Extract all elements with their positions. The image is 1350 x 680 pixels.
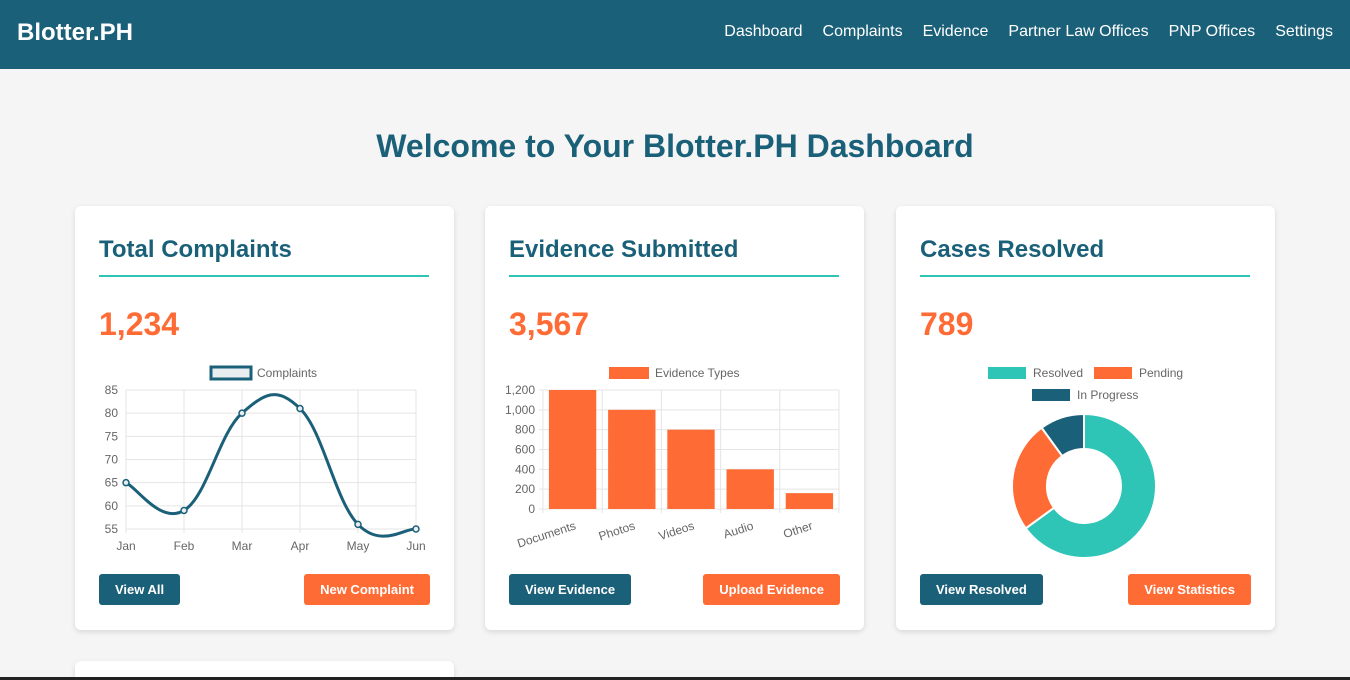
y-tick-label: 0 — [528, 502, 535, 516]
card-title: Total Complaints — [99, 236, 292, 263]
cases-doughnut-chart: Resolved PendingIn Progress — [988, 366, 1183, 559]
y-tick-label: 70 — [105, 453, 119, 467]
nav-link-dashboard[interactable]: Dashboard — [724, 23, 802, 41]
new-complaint-button[interactable]: New Complaint — [304, 574, 430, 605]
upload-evidence-button[interactable]: Upload Evidence — [703, 574, 840, 605]
y-tick-label: 1,000 — [505, 403, 535, 417]
x-tick-label: Jun — [406, 539, 425, 553]
nav-link-complaints[interactable]: Complaints — [823, 23, 903, 41]
data-point — [354, 520, 362, 529]
data-point — [238, 409, 246, 417]
x-tick-label: Jan — [116, 539, 135, 553]
x-tick-label: Videos — [657, 519, 696, 544]
x-tick-label: Feb — [174, 539, 195, 553]
page-title: Welcome to Your Blotter.PH Dashboard — [376, 128, 974, 164]
view-all-button[interactable]: View All — [99, 574, 181, 605]
total-complaints-card: Total Complaints 1,234 Complaints 55 60 65 7… — [75, 206, 454, 630]
bar-videos — [667, 429, 715, 509]
x-tick-label: Apr — [291, 539, 310, 553]
complaints-line-chart: Complaints 55 60 65 70 75 80 85 Jan Feb Mar Apr May J… — [105, 365, 426, 553]
y-tick-label: 80 — [105, 406, 119, 420]
x-tick-label: May — [347, 539, 370, 553]
x-tick-label: Audio — [722, 518, 756, 541]
bar-photos — [608, 409, 656, 509]
y-tick-label: 85 — [105, 383, 119, 397]
title-divider — [920, 275, 1250, 277]
top-navbar: Blotter.PH Dashboard Complaints Evidence… — [0, 0, 1350, 69]
complaints-series-line — [125, 393, 417, 538]
y-tick-label: 800 — [515, 423, 535, 437]
card-title: Cases Resolved — [920, 236, 1105, 263]
legend-swatch — [209, 365, 253, 381]
data-point — [412, 525, 420, 533]
x-tick-label: Other — [781, 519, 814, 542]
view-evidence-button[interactable]: View Evidence — [509, 574, 632, 605]
legend-swatch-resolved — [988, 367, 1026, 379]
nav-link-settings[interactable]: Settings — [1275, 23, 1333, 41]
legend-swatch-in-progress — [1032, 389, 1070, 401]
bar-other — [785, 493, 834, 509]
evidence-bar-chart: Evidence Types 0 200 400 600 800 1,000 1,200 Doc… — [505, 366, 840, 551]
bar-audio — [726, 469, 774, 509]
legend-label: Evidence Types — [655, 366, 740, 380]
y-tick-label: 600 — [515, 443, 535, 457]
x-tick-label: Documents — [515, 519, 577, 551]
data-point — [180, 506, 188, 515]
title-divider — [99, 275, 429, 277]
brand-logo[interactable]: Blotter.PH — [17, 19, 133, 47]
legend-label: Pending — [1139, 366, 1183, 380]
view-resolved-button[interactable]: View Resolved — [920, 574, 1043, 605]
legend-swatch-pending — [1094, 367, 1132, 379]
evidence-submitted-card: Evidence Submitted 3,567 Evidence Types 0… — [485, 206, 864, 630]
x-tick-label: Mar — [232, 539, 253, 553]
card-title: Evidence Submitted — [509, 236, 739, 263]
data-point — [122, 478, 130, 487]
main-nav: Dashboard Complaints Evidence Partner La… — [724, 23, 1333, 41]
nav-link-evidence[interactable]: Evidence — [923, 23, 989, 41]
view-statistics-button[interactable]: View Statistics — [1128, 574, 1251, 605]
complaints-count: 1,234 — [99, 306, 180, 342]
y-tick-label: 65 — [105, 476, 119, 490]
y-tick-label: 60 — [105, 499, 119, 513]
nav-link-partner-law-offices[interactable]: Partner Law Offices — [1008, 23, 1148, 41]
bar-documents — [548, 390, 597, 509]
legend-label: Resolved — [1033, 366, 1083, 380]
nav-link-pnp-offices[interactable]: PNP Offices — [1169, 23, 1256, 41]
legend-swatch — [609, 367, 649, 379]
resolved-count: 789 — [920, 306, 974, 342]
y-tick-label: 400 — [515, 462, 535, 476]
legend-label: In Progress — [1077, 388, 1138, 402]
cases-resolved-card: Cases Resolved 789 Resolved Pending In Pro… — [896, 206, 1275, 630]
x-tick-label: Photos — [597, 519, 637, 544]
data-point — [296, 404, 304, 413]
legend-label: Complaints — [257, 366, 317, 380]
title-divider — [509, 275, 839, 277]
evidence-count: 3,567 — [509, 306, 590, 342]
y-tick-label: 55 — [105, 522, 119, 536]
y-tick-label: 75 — [105, 429, 119, 443]
y-tick-label: 1,200 — [505, 383, 535, 397]
y-tick-label: 200 — [515, 482, 535, 496]
